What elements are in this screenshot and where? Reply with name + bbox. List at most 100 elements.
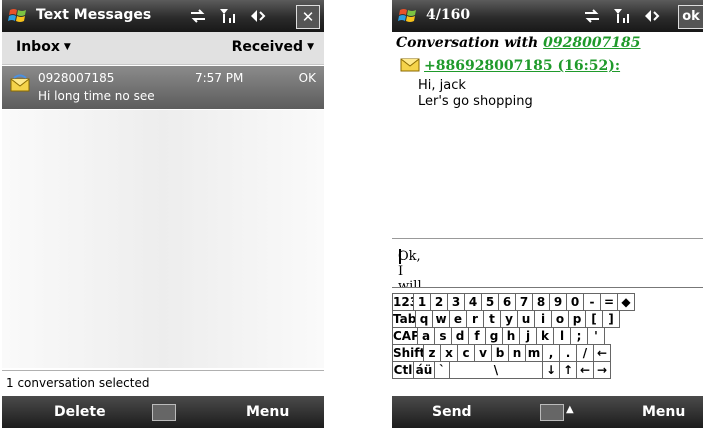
message-list-empty-area [2,110,324,368]
key[interactable]: m [525,344,543,362]
key[interactable]: f [468,327,486,345]
compose-field[interactable]: Ok, I will [392,238,703,294]
selection-status: 1 conversation selected [2,370,324,397]
key[interactable]: q [415,310,433,328]
list-item[interactable]: 0928007185 7:57 PM OK Hi long time no se… [2,66,324,109]
key[interactable]: 0 [566,293,584,311]
key[interactable]: áü [413,361,435,379]
key[interactable]: l [553,327,571,345]
keyboard-icon[interactable] [540,404,564,421]
key[interactable]: 5 [481,293,499,311]
key[interactable]: y [500,310,518,328]
windows-logo-icon[interactable] [398,6,418,26]
key[interactable]: v [474,344,492,362]
key[interactable]: e [449,310,467,328]
key[interactable]: - [583,293,601,311]
message-status: OK [298,71,316,85]
sync-arrows-icon[interactable] [188,7,208,25]
menu-button[interactable]: Menu [642,404,685,420]
keyboard-row: Ctl áü ` \ ↓ ↑ ← → [392,361,611,379]
key[interactable]: k [536,327,554,345]
soft-key-bar: Send ▲ Menu [392,396,703,428]
key[interactable]: 3 [447,293,465,311]
key[interactable]: CAP [392,327,418,345]
envelope-icon [10,74,30,92]
key[interactable]: i [534,310,552,328]
key[interactable]: j [519,327,537,345]
key[interactable]: ; [570,327,588,345]
key[interactable]: ↓ [542,361,560,379]
key[interactable]: p [568,310,586,328]
key[interactable]: [ [585,310,603,328]
folder-dropdown[interactable]: Inbox ▼ [16,39,71,55]
key[interactable]: = [600,293,618,311]
signal-icon[interactable] [612,7,632,25]
key[interactable]: g [485,327,503,345]
key[interactable]: s [434,327,452,345]
signal-icon[interactable] [218,7,238,25]
key[interactable]: t [483,310,501,328]
key[interactable]: ← [593,344,611,362]
key[interactable]: w [432,310,450,328]
sender-link[interactable]: +886928007185 (16:52): [424,58,620,74]
key[interactable]: 8 [532,293,550,311]
key[interactable]: ` [434,361,450,379]
key[interactable]: , [542,344,560,362]
message-line: Hi, jack [418,78,466,93]
key[interactable]: b [491,344,509,362]
key[interactable]: ◆ [617,293,635,311]
on-screen-keyboard: 1231234567890-=◆ Tabqwertyuiop[] CAPasdf… [392,287,703,396]
key[interactable]: u [517,310,535,328]
conversation-number-link[interactable]: 0928007185 [543,35,640,51]
key[interactable]: h [502,327,520,345]
close-icon[interactable]: ✕ [296,5,320,29]
title-bar: Text Messages ✕ [2,0,324,32]
key[interactable]: 2 [430,293,448,311]
key[interactable]: → [593,361,611,379]
keyboard-icon[interactable] [152,404,176,421]
key[interactable]: 9 [549,293,567,311]
sync-arrows-icon[interactable] [582,7,602,25]
message-time: 7:57 PM [195,71,244,85]
volume-icon[interactable] [642,7,662,25]
caret-up-icon[interactable]: ▲ [566,404,574,415]
key[interactable]: Tab [392,310,416,328]
ok-button[interactable]: ok [678,5,703,29]
key[interactable]: 4 [464,293,482,311]
key[interactable]: ↑ [559,361,577,379]
key[interactable]: 6 [498,293,516,311]
key[interactable]: / [576,344,594,362]
keyboard-row: CAP a s d f g h j k l; ' [392,327,605,345]
key[interactable]: Shift [392,344,424,362]
key[interactable]: 7 [515,293,533,311]
conversation-screen: 4/160 ok Conversation with 0928007185 +8… [392,0,703,428]
delete-button[interactable]: Delete [54,404,106,420]
windows-logo-icon[interactable] [8,6,28,26]
text-cursor [399,249,401,264]
key[interactable]: ← [576,361,594,379]
key[interactable]: r [466,310,484,328]
key[interactable]: ] [602,310,620,328]
key[interactable]: 1 [413,293,431,311]
key[interactable]: a [417,327,435,345]
key[interactable]: ' [587,327,605,345]
folder-label: Inbox [16,39,60,55]
message-sender: 0928007185 [38,71,115,85]
messages-inbox-screen: Text Messages ✕ Inbox ▼ Received ▼ 0928007… [2,0,324,428]
send-button[interactable]: Send [432,404,472,420]
keyboard-row: Tab q w e r t y u i o p[] [392,310,620,328]
key[interactable]: z [423,344,441,362]
menu-button[interactable]: Menu [246,404,289,420]
key[interactable]: d [451,327,469,345]
key[interactable]: \ [449,361,543,379]
char-counter: 4/160 [426,7,471,23]
volume-icon[interactable] [248,7,268,25]
key[interactable]: 123 [392,293,414,311]
key[interactable]: o [551,310,569,328]
key[interactable]: n [508,344,526,362]
key[interactable]: c [457,344,475,362]
key[interactable]: x [440,344,458,362]
key[interactable]: . [559,344,577,362]
key[interactable]: Ctl [392,361,414,379]
sort-dropdown[interactable]: Received ▼ [232,39,314,55]
